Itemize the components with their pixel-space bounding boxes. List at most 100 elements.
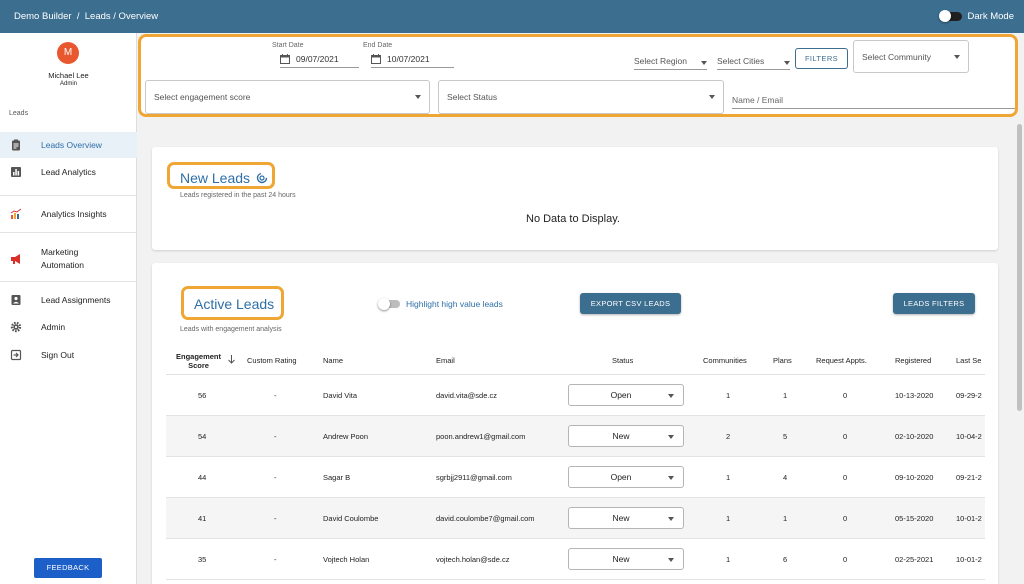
start-date-field[interactable]: 09/07/2021: [280, 54, 359, 68]
calendar-icon: [280, 54, 290, 64]
cities-select-placeholder: Select Cities: [717, 56, 765, 66]
dark-mode-control[interactable]: Dark Mode: [938, 10, 1014, 22]
highlight-toggle[interactable]: [378, 298, 400, 310]
name-email-input[interactable]: Name / Email: [732, 95, 1015, 109]
dark-mode-label: Dark Mode: [967, 11, 1014, 22]
sidebar-item-label: Sign Out: [41, 349, 75, 360]
cities-select[interactable]: Select Cities: [717, 56, 790, 70]
column-header-communities[interactable]: Communities: [703, 356, 747, 365]
column-header-request-appts[interactable]: Request Appts.: [816, 356, 867, 365]
registered-cell: 05-15-2020: [895, 514, 934, 523]
request-appts-cell: 0: [843, 555, 848, 564]
engagement-score-select[interactable]: Select engagement score: [145, 80, 430, 114]
assignment-icon: [11, 295, 21, 305]
sidebar-item-analytics-insights[interactable]: Analytics Insights: [0, 201, 137, 227]
engagement-score-cell: 54: [198, 432, 207, 441]
sidebar: M Michael Lee Admin Leads Leads Overview…: [0, 33, 137, 584]
communities-cell: 2: [726, 432, 731, 441]
status-dropdown[interactable]: Open: [568, 384, 684, 406]
chevron-down-icon: [668, 435, 674, 439]
status-dropdown[interactable]: New: [568, 548, 684, 570]
status-dropdown-value: New: [612, 554, 630, 564]
column-header-status[interactable]: Status: [612, 356, 633, 365]
megaphone-icon: [11, 254, 20, 264]
status-dropdown-value: New: [612, 513, 630, 523]
column-header-custom-rating[interactable]: Custom Rating: [247, 356, 297, 365]
scrollbar-thumb[interactable]: [1017, 124, 1022, 411]
engagement-score-cell: 41: [198, 514, 207, 523]
sidebar-item-label: Admin: [41, 321, 66, 332]
region-select[interactable]: Select Region: [634, 56, 707, 70]
sidebar-item-lead-analytics[interactable]: Lead Analytics: [0, 159, 137, 185]
last-seen-cell: 10-01-2: [956, 555, 982, 564]
communities-cell: 1: [726, 391, 731, 400]
status-dropdown[interactable]: New: [568, 425, 684, 447]
new-leads-title-text: New Leads: [180, 170, 251, 186]
sort-arrow-down-icon[interactable]: [228, 355, 235, 364]
name-cell: Vojtech Holan: [323, 555, 370, 564]
chevron-down-icon: [668, 558, 674, 562]
sidebar-item-admin[interactable]: Admin: [0, 314, 137, 340]
end-date-label: End Date: [363, 42, 393, 49]
end-date-field[interactable]: 10/07/2021: [371, 54, 454, 68]
scrollbar[interactable]: [1015, 122, 1024, 584]
divider: [0, 232, 137, 233]
registered-cell: 10-13-2020: [895, 391, 934, 400]
status-dropdown-value: Open: [610, 390, 632, 400]
column-header-text: Score: [188, 361, 209, 370]
plans-cell: 6: [783, 555, 788, 564]
chevron-down-icon: [668, 476, 674, 480]
custom-rating-cell: -: [274, 432, 277, 441]
custom-rating-cell: -: [274, 514, 277, 523]
divider: [0, 195, 137, 196]
status-dropdown[interactable]: Open: [568, 466, 684, 488]
custom-rating-cell: -: [274, 391, 277, 400]
bar-chart-icon: [11, 167, 21, 177]
export-csv-button[interactable]: EXPORT CSV LEADS: [580, 293, 681, 314]
new-leads-subtitle: Leads registered in the past 24 hours: [180, 192, 296, 199]
filters-button[interactable]: FILTERS: [795, 48, 848, 69]
chevron-down-icon: [954, 54, 960, 59]
name-cell: Andrew Poon: [323, 432, 369, 441]
status-select[interactable]: Select Status: [438, 80, 724, 114]
top-app-bar: Demo Builder / Leads / Overview Dark Mod…: [0, 0, 1024, 33]
active-leads-title: Active Leads: [194, 296, 275, 312]
highlight-label[interactable]: Highlight high value leads: [406, 299, 503, 309]
plans-cell: 4: [783, 473, 788, 482]
sign-out-icon: [10, 349, 22, 361]
divider: [0, 281, 137, 282]
sidebar-item-lead-assignments[interactable]: Lead Assignments: [0, 287, 137, 313]
avatar[interactable]: M: [57, 42, 79, 64]
spinner-icon: [256, 172, 268, 184]
sidebar-item-sign-out[interactable]: Sign Out: [0, 342, 137, 368]
feedback-button[interactable]: FEEDBACK: [34, 558, 102, 578]
leads-filters-button[interactable]: LEADS FILTERS: [893, 293, 975, 314]
email-cell: sgrbjj2911@gmail.com: [436, 473, 512, 482]
registered-cell: 09-10-2020: [895, 473, 934, 482]
region-select-placeholder: Select Region: [634, 56, 687, 66]
column-header-registered[interactable]: Registered: [895, 356, 931, 365]
sidebar-item-marketing-automation[interactable]: Marketing Automation: [0, 243, 137, 275]
email-cell: david.coulombe7@gmail.com: [436, 514, 535, 523]
custom-rating-cell: -: [274, 555, 277, 564]
sidebar-item-leads-overview[interactable]: Leads Overview: [0, 132, 137, 158]
column-header-plans[interactable]: Plans: [773, 356, 792, 365]
registered-cell: 02-25-2021: [895, 555, 934, 564]
column-header-email[interactable]: Email: [436, 356, 455, 365]
status-dropdown[interactable]: New: [568, 507, 684, 529]
active-leads-subtitle: Leads with engagement analysis: [180, 326, 282, 333]
gear-icon: [10, 321, 22, 333]
start-date-value: 09/07/2021: [296, 54, 339, 64]
engagement-score-placeholder: Select engagement score: [154, 92, 251, 102]
request-appts-cell: 0: [843, 391, 848, 400]
engagement-score-cell: 35: [198, 555, 207, 564]
sidebar-item-label: Analytics Insights: [41, 208, 107, 219]
dark-mode-toggle[interactable]: [938, 10, 962, 22]
email-cell: vojtech.holan@sde.cz: [436, 555, 510, 564]
column-header-engagement-score[interactable]: Engagement Score: [176, 352, 221, 370]
column-header-last-seen[interactable]: Last Se: [956, 356, 981, 365]
community-select[interactable]: Select Community: [853, 40, 969, 73]
sidebar-section-label: Leads: [9, 110, 29, 117]
line-chart-icon: [10, 208, 22, 219]
column-header-name[interactable]: Name: [323, 356, 343, 365]
